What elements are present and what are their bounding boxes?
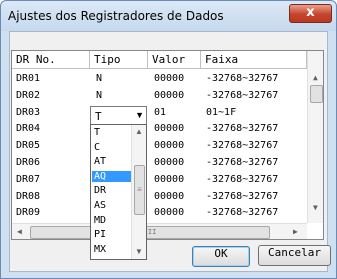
column-header-tipo[interactable]: Tipo: [90, 51, 148, 69]
table-cell-faixa[interactable]: -32768~32767: [204, 191, 278, 203]
chevron-down-icon[interactable]: ▼: [135, 110, 144, 120]
table-cell-dr[interactable]: DR08: [14, 191, 40, 203]
grip-icon: ≡: [137, 185, 142, 194]
dropdown-option[interactable]: AS: [92, 200, 132, 211]
scroll-left-icon[interactable]: ◀: [17, 227, 22, 237]
table-cell-valor[interactable]: 00000: [152, 123, 184, 135]
table-cell-faixa[interactable]: -32768~32767: [204, 73, 278, 85]
table-cell-dr[interactable]: DR02: [14, 90, 40, 102]
scroll-down-icon[interactable]: ▼: [313, 203, 318, 213]
table-cell-valor[interactable]: 00000: [152, 174, 184, 186]
table-cell-tipo[interactable]: N: [94, 90, 102, 102]
table-cell-dr[interactable]: DR03: [14, 107, 40, 119]
dropdown-option[interactable]: AQ: [92, 170, 132, 182]
scroll-thumb[interactable]: [310, 85, 323, 103]
table-cell-faixa[interactable]: -32768~32767: [204, 207, 278, 219]
table-cell-faixa[interactable]: -32768~32767: [204, 157, 278, 169]
close-button[interactable]: x: [289, 4, 332, 23]
scroll-right-icon[interactable]: ▶: [293, 227, 298, 237]
table-horizontal-scrollbar[interactable]: ◀ III ▶: [12, 223, 307, 239]
table-cell-valor[interactable]: 00000: [152, 140, 184, 152]
table-cell-dr[interactable]: DR04: [14, 123, 40, 135]
dropdown-scroll-down-icon[interactable]: ▼: [135, 247, 143, 257]
table-cell-valor[interactable]: 00000: [152, 73, 184, 85]
table-vertical-scrollbar[interactable]: ▲ ▼: [307, 51, 323, 223]
dropdown-option[interactable]: T: [92, 127, 132, 138]
tipo-dropdown-list: T C AT AQ DR AS MD PI MX ▲ ≡ ▼: [90, 124, 147, 260]
dropdown-option[interactable]: MX: [92, 244, 132, 255]
column-header-faixa[interactable]: Faixa: [201, 51, 307, 69]
horizontal-scroll-thumb[interactable]: III: [30, 226, 270, 239]
dropdown-scroll-up-icon[interactable]: ▲: [135, 127, 143, 137]
title-bar[interactable]: Ajustes dos Registradores de Dados x: [1, 1, 336, 31]
table-cell-faixa[interactable]: -32768~32767: [204, 90, 278, 102]
column-header-dr-no[interactable]: DR No.: [12, 51, 90, 69]
table-cell-faixa[interactable]: -32768~32767: [204, 123, 278, 135]
table-cell-faixa[interactable]: -32768~32767: [204, 140, 278, 152]
cancel-button[interactable]: Cancelar: [258, 245, 331, 266]
table-cell-valor[interactable]: 00000: [152, 90, 184, 102]
dropdown-option[interactable]: PI: [92, 229, 132, 240]
dropdown-option[interactable]: AT: [92, 156, 132, 167]
ok-button[interactable]: OK: [192, 246, 250, 267]
table-cell-faixa[interactable]: -32768~32767: [204, 174, 278, 186]
table-cell-valor[interactable]: 00000: [152, 157, 184, 169]
tipo-combobox-value: T: [95, 110, 102, 123]
table-cell-valor[interactable]: 00000: [152, 191, 184, 203]
dropdown-option[interactable]: MD: [92, 215, 132, 226]
table-cell-dr[interactable]: DR05: [14, 140, 40, 152]
table-cell-tipo[interactable]: N: [94, 73, 102, 85]
table-cell-dr[interactable]: DR01: [14, 73, 40, 85]
dropdown-option[interactable]: C: [92, 142, 132, 153]
table-cell-valor[interactable]: 00000: [152, 207, 184, 219]
column-header-valor[interactable]: Valor: [148, 51, 201, 69]
table-cell-dr[interactable]: DR09: [14, 207, 40, 219]
registers-table: DR No. Tipo Valor Faixa DR01 N 00000 -32768…: [11, 50, 324, 240]
dropdown-scrollbar[interactable]: ▲ ≡ ▼: [131, 125, 146, 259]
table-cell-dr[interactable]: DR06: [14, 157, 40, 169]
tipo-combobox[interactable]: T ▼: [90, 106, 147, 125]
close-icon: x: [306, 5, 315, 20]
table-cell-dr[interactable]: DR07: [14, 174, 40, 186]
dropdown-option[interactable]: DR: [92, 185, 132, 196]
scroll-up-icon[interactable]: ▲: [313, 73, 318, 83]
table-cell-valor[interactable]: 01: [152, 107, 166, 119]
dropdown-scroll-thumb[interactable]: ≡: [134, 165, 145, 215]
table-cell-faixa[interactable]: 01~1F: [204, 107, 236, 119]
dialog-title: Ajustes dos Registradores de Dados: [8, 9, 224, 23]
